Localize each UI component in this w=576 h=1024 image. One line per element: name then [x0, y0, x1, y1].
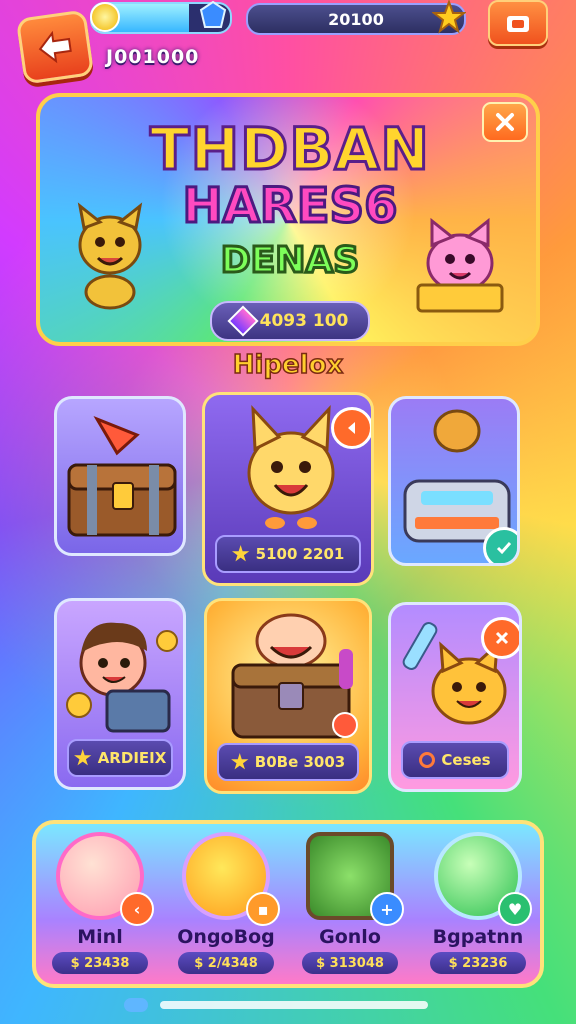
dock-badge-plus: + [370, 892, 404, 926]
blue-gem-icon [199, 0, 227, 28]
banner-title-line-2: HARES6 [181, 177, 399, 236]
boy-card[interactable]: ARDIEIX [54, 598, 186, 790]
dock-item-name: Gonlo [319, 926, 381, 948]
treasure-chest-card[interactable] [54, 396, 186, 556]
account-id: J001000 [106, 46, 200, 68]
card-badge-close[interactable] [481, 617, 519, 659]
golden-chest-icon [231, 613, 358, 739]
banner-price: 4093 100 [259, 311, 349, 331]
shop-button[interactable] [488, 0, 548, 46]
back-button[interactable] [15, 9, 95, 85]
dock-item-minl[interactable]: ‹ Minl $ 23438 [40, 828, 160, 984]
card-badge-back[interactable] [331, 407, 371, 449]
cat-card[interactable]: 5100 2201 [202, 392, 374, 586]
wallet-icon [507, 16, 529, 32]
dock-item-price: $ 2/4348 [178, 952, 274, 974]
gem-icon [227, 305, 259, 337]
arrow-left-icon [38, 30, 72, 64]
dock-item-price: $ 313048 [302, 952, 398, 974]
section-title: Hipelox [232, 349, 344, 381]
boy-card-label: ARDIEIX [67, 739, 173, 777]
page-indicator-dot [124, 998, 148, 1012]
golden-chest-card-label: B0Be 3003 [217, 743, 359, 781]
dock-item-name: Minl [77, 926, 123, 948]
dock-item-name: Bgpatnn [432, 926, 524, 948]
star-icon [232, 545, 250, 562]
treasure-chest-icon [67, 415, 177, 537]
card-label-text: ARDIEIX [97, 749, 167, 767]
dock-item-gonlo[interactable]: + Gonlo $ 313048 [290, 828, 410, 984]
potion-cat-card[interactable]: Ceses [388, 602, 522, 792]
pink-cat-character [416, 217, 504, 313]
card-badge-check[interactable] [483, 527, 517, 563]
dock-badge-heart: ♥ [498, 892, 532, 926]
golden-chest-card[interactable]: B0Be 3003 [204, 598, 372, 794]
dock-badge-left: ‹ [120, 892, 154, 926]
toaster-card[interactable] [388, 396, 520, 566]
dock-item-ongobog[interactable]: ▪ OngoBog $ 2/4348 [166, 828, 286, 984]
potion-cat-card-label: Ceses [401, 741, 509, 779]
star-icon [74, 749, 92, 766]
card-label-text: 5100 2201 [255, 545, 345, 563]
chevron-left-icon [348, 422, 355, 434]
dock-item-price: $ 23236 [430, 952, 526, 974]
star-icon [432, 0, 466, 34]
yellow-dog-character [77, 202, 143, 310]
dock-item-name: OngoBog [177, 926, 275, 948]
top-bar: J001000 20100 [0, 0, 576, 85]
star-icon [231, 753, 249, 770]
banner-close-button[interactable] [482, 102, 528, 142]
banner-title-line-1: THDBAN [149, 114, 431, 185]
close-icon [496, 113, 514, 131]
dock-badge-grid: ▪ [246, 892, 280, 926]
close-icon [495, 631, 509, 645]
currency-value: 20100 [328, 9, 384, 29]
home-indicator[interactable] [160, 1001, 428, 1009]
card-label-text: Ceses [441, 751, 491, 769]
checkmark-icon [496, 542, 512, 555]
boy-character-icon [66, 622, 178, 733]
dock-item-bgpatnn[interactable]: ♥ Bgpatnn $ 23236 [418, 828, 538, 984]
banner-price-pill[interactable]: 4093 100 [210, 301, 370, 341]
coin-icon [90, 2, 120, 32]
dock-item-price: $ 23438 [52, 952, 148, 974]
cat-card-label: 5100 2201 [215, 535, 361, 573]
banner-title-line-3: DENAS [219, 239, 360, 283]
ring-icon [419, 752, 436, 768]
card-label-text: B0Be 3003 [254, 753, 346, 771]
